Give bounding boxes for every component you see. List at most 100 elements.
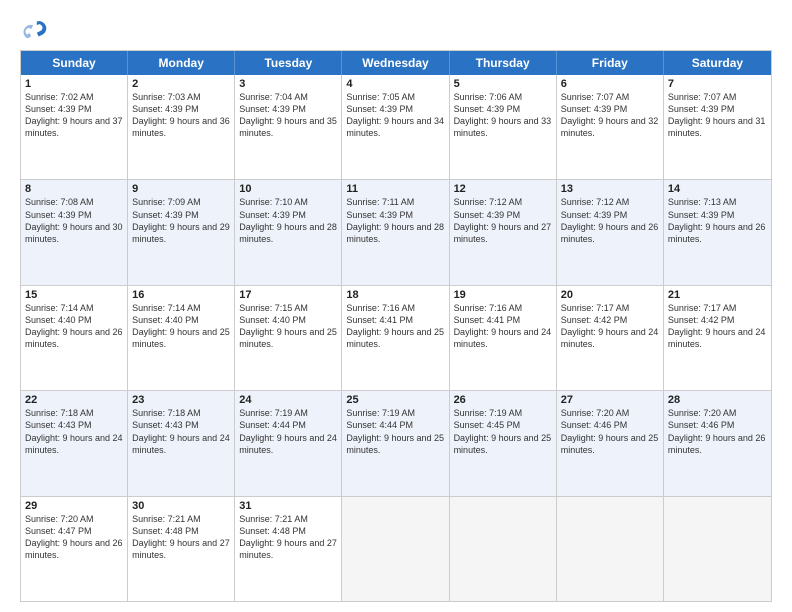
day-number: 25 xyxy=(346,394,444,406)
day-info: Sunrise: 7:08 AM Sunset: 4:39 PM Dayligh… xyxy=(25,197,123,243)
day-number: 4 xyxy=(346,78,444,90)
day-cell-29: 29 Sunrise: 7:20 AM Sunset: 4:47 PM Dayli… xyxy=(21,497,128,601)
day-info: Sunrise: 7:02 AM Sunset: 4:39 PM Dayligh… xyxy=(25,92,123,138)
day-cell-16: 16 Sunrise: 7:14 AM Sunset: 4:40 PM Dayli… xyxy=(128,286,235,390)
day-number: 23 xyxy=(132,394,230,406)
header xyxy=(20,16,772,44)
day-info: Sunrise: 7:20 AM Sunset: 4:47 PM Dayligh… xyxy=(25,514,123,560)
day-cell-6: 6 Sunrise: 7:07 AM Sunset: 4:39 PM Daylig… xyxy=(557,75,664,179)
day-cell-11: 11 Sunrise: 7:11 AM Sunset: 4:39 PM Dayli… xyxy=(342,180,449,284)
day-number: 12 xyxy=(454,183,552,195)
day-info: Sunrise: 7:05 AM Sunset: 4:39 PM Dayligh… xyxy=(346,92,444,138)
day-number: 3 xyxy=(239,78,337,90)
day-number: 10 xyxy=(239,183,337,195)
day-number: 15 xyxy=(25,289,123,301)
week-row-3: 15 Sunrise: 7:14 AM Sunset: 4:40 PM Dayli… xyxy=(21,286,771,391)
day-info: Sunrise: 7:14 AM Sunset: 4:40 PM Dayligh… xyxy=(132,303,230,349)
day-info: Sunrise: 7:07 AM Sunset: 4:39 PM Dayligh… xyxy=(561,92,659,138)
day-cell-20: 20 Sunrise: 7:17 AM Sunset: 4:42 PM Dayli… xyxy=(557,286,664,390)
day-info: Sunrise: 7:14 AM Sunset: 4:40 PM Dayligh… xyxy=(25,303,123,349)
day-number: 17 xyxy=(239,289,337,301)
day-info: Sunrise: 7:18 AM Sunset: 4:43 PM Dayligh… xyxy=(25,408,123,454)
day-number: 6 xyxy=(561,78,659,90)
day-cell-3: 3 Sunrise: 7:04 AM Sunset: 4:39 PM Daylig… xyxy=(235,75,342,179)
day-number: 1 xyxy=(25,78,123,90)
day-cell-28: 28Sunrise: 7:20 AM Sunset: 4:46 PM Dayli… xyxy=(664,391,771,495)
header-cell-friday: Friday xyxy=(557,51,664,75)
empty-cell xyxy=(664,497,771,601)
day-number: 30 xyxy=(132,500,230,512)
day-info: Sunrise: 7:12 AM Sunset: 4:39 PM Dayligh… xyxy=(454,197,552,243)
day-number: 20 xyxy=(561,289,659,301)
day-cell-30: 30Sunrise: 7:21 AM Sunset: 4:48 PM Dayli… xyxy=(128,497,235,601)
day-info: Sunrise: 7:10 AM Sunset: 4:39 PM Dayligh… xyxy=(239,197,337,243)
header-cell-sunday: Sunday xyxy=(21,51,128,75)
day-cell-8: 8 Sunrise: 7:08 AM Sunset: 4:39 PM Daylig… xyxy=(21,180,128,284)
day-cell-5: 5 Sunrise: 7:06 AM Sunset: 4:39 PM Daylig… xyxy=(450,75,557,179)
day-number: 19 xyxy=(454,289,552,301)
day-number: 29 xyxy=(25,500,123,512)
day-cell-27: 27 Sunrise: 7:20 AM Sunset: 4:46 PM Dayli… xyxy=(557,391,664,495)
week-row-5: 29 Sunrise: 7:20 AM Sunset: 4:47 PM Dayli… xyxy=(21,497,771,601)
header-cell-tuesday: Tuesday xyxy=(235,51,342,75)
day-info: Sunrise: 7:04 AM Sunset: 4:39 PM Dayligh… xyxy=(239,92,337,138)
day-number: 11 xyxy=(346,183,444,195)
logo xyxy=(20,16,52,44)
day-info: Sunrise: 7:16 AM Sunset: 4:41 PM Dayligh… xyxy=(346,303,444,349)
day-cell-2: 2Sunrise: 7:03 AM Sunset: 4:39 PM Daylig… xyxy=(128,75,235,179)
week-row-1: 1 Sunrise: 7:02 AM Sunset: 4:39 PM Daylig… xyxy=(21,75,771,180)
page: SundayMondayTuesdayWednesdayThursdayFrid… xyxy=(0,0,792,612)
header-cell-saturday: Saturday xyxy=(664,51,771,75)
day-number: 7 xyxy=(668,78,767,90)
day-cell-18: 18 Sunrise: 7:16 AM Sunset: 4:41 PM Dayli… xyxy=(342,286,449,390)
day-info: Sunrise: 7:20 AM Sunset: 4:46 PM Dayligh… xyxy=(668,408,766,454)
day-info: Sunrise: 7:06 AM Sunset: 4:39 PM Dayligh… xyxy=(454,92,552,138)
day-number: 8 xyxy=(25,183,123,195)
day-cell-1: 1 Sunrise: 7:02 AM Sunset: 4:39 PM Daylig… xyxy=(21,75,128,179)
day-cell-21: 21Sunrise: 7:17 AM Sunset: 4:42 PM Dayli… xyxy=(664,286,771,390)
day-cell-25: 25Sunrise: 7:19 AM Sunset: 4:44 PM Dayli… xyxy=(342,391,449,495)
day-info: Sunrise: 7:11 AM Sunset: 4:39 PM Dayligh… xyxy=(346,197,444,243)
day-info: Sunrise: 7:17 AM Sunset: 4:42 PM Dayligh… xyxy=(668,303,766,349)
day-number: 2 xyxy=(132,78,230,90)
day-cell-26: 26 Sunrise: 7:19 AM Sunset: 4:45 PM Dayli… xyxy=(450,391,557,495)
day-info: Sunrise: 7:07 AM Sunset: 4:39 PM Dayligh… xyxy=(668,92,766,138)
day-cell-22: 22 Sunrise: 7:18 AM Sunset: 4:43 PM Dayli… xyxy=(21,391,128,495)
day-info: Sunrise: 7:19 AM Sunset: 4:45 PM Dayligh… xyxy=(454,408,552,454)
day-number: 27 xyxy=(561,394,659,406)
day-cell-24: 24 Sunrise: 7:19 AM Sunset: 4:44 PM Dayli… xyxy=(235,391,342,495)
day-info: Sunrise: 7:19 AM Sunset: 4:44 PM Dayligh… xyxy=(239,408,337,454)
header-cell-monday: Monday xyxy=(128,51,235,75)
day-number: 24 xyxy=(239,394,337,406)
day-cell-19: 19Sunrise: 7:16 AM Sunset: 4:41 PM Dayli… xyxy=(450,286,557,390)
day-number: 16 xyxy=(132,289,230,301)
day-cell-23: 23Sunrise: 7:18 AM Sunset: 4:43 PM Dayli… xyxy=(128,391,235,495)
day-cell-14: 14Sunrise: 7:13 AM Sunset: 4:39 PM Dayli… xyxy=(664,180,771,284)
day-info: Sunrise: 7:13 AM Sunset: 4:39 PM Dayligh… xyxy=(668,197,766,243)
day-number: 5 xyxy=(454,78,552,90)
day-info: Sunrise: 7:17 AM Sunset: 4:42 PM Dayligh… xyxy=(561,303,659,349)
day-info: Sunrise: 7:21 AM Sunset: 4:48 PM Dayligh… xyxy=(239,514,337,560)
empty-cell xyxy=(450,497,557,601)
day-info: Sunrise: 7:09 AM Sunset: 4:39 PM Dayligh… xyxy=(132,197,230,243)
calendar-header: SundayMondayTuesdayWednesdayThursdayFrid… xyxy=(21,51,771,75)
day-number: 18 xyxy=(346,289,444,301)
day-cell-7: 7 Sunrise: 7:07 AM Sunset: 4:39 PM Daylig… xyxy=(664,75,771,179)
day-number: 26 xyxy=(454,394,552,406)
day-cell-31: 31 Sunrise: 7:21 AM Sunset: 4:48 PM Dayli… xyxy=(235,497,342,601)
day-number: 9 xyxy=(132,183,230,195)
header-cell-thursday: Thursday xyxy=(450,51,557,75)
day-cell-13: 13Sunrise: 7:12 AM Sunset: 4:39 PM Dayli… xyxy=(557,180,664,284)
week-row-4: 22 Sunrise: 7:18 AM Sunset: 4:43 PM Dayli… xyxy=(21,391,771,496)
empty-cell xyxy=(342,497,449,601)
day-cell-17: 17Sunrise: 7:15 AM Sunset: 4:40 PM Dayli… xyxy=(235,286,342,390)
day-number: 13 xyxy=(561,183,659,195)
logo-icon xyxy=(20,16,48,44)
day-number: 22 xyxy=(25,394,123,406)
day-info: Sunrise: 7:20 AM Sunset: 4:46 PM Dayligh… xyxy=(561,408,659,454)
header-cell-wednesday: Wednesday xyxy=(342,51,449,75)
empty-cell xyxy=(557,497,664,601)
calendar-body: 1 Sunrise: 7:02 AM Sunset: 4:39 PM Daylig… xyxy=(21,75,771,601)
day-cell-15: 15 Sunrise: 7:14 AM Sunset: 4:40 PM Dayli… xyxy=(21,286,128,390)
day-number: 31 xyxy=(239,500,337,512)
